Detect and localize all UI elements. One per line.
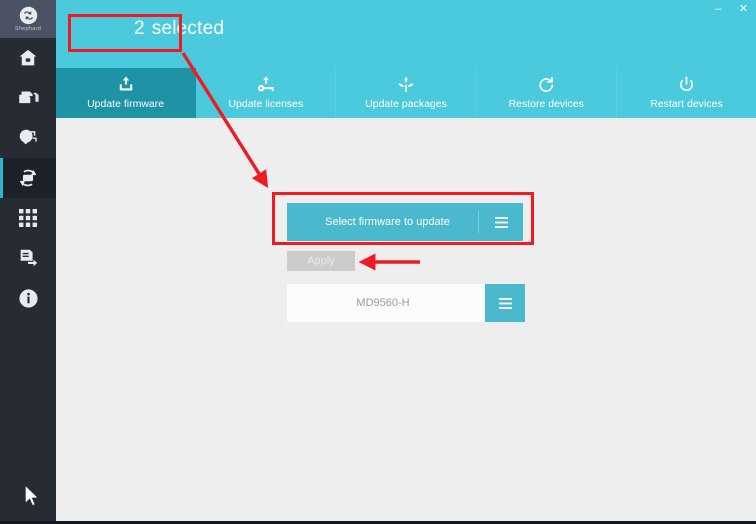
hamburger-menu-icon[interactable] — [485, 284, 525, 322]
tab-label: Update licenses — [228, 98, 304, 110]
sidebar-item-reports[interactable] — [0, 238, 56, 278]
tab-bar: Update firmware Update licenses Update p… — [56, 68, 756, 118]
firmware-select-label: Select firmware to update — [325, 215, 450, 228]
minimize-icon[interactable]: – — [712, 3, 725, 16]
tab-label: Restart devices — [650, 98, 723, 110]
power-icon — [678, 76, 695, 93]
device-row[interactable]: MD9560-H — [287, 284, 525, 322]
device-name: MD9560-H — [356, 296, 410, 309]
sidebar-item-locations[interactable] — [0, 118, 56, 158]
document-export-icon — [16, 247, 40, 269]
selected-text: selected — [151, 18, 225, 39]
firmware-select-button[interactable]: Select firmware to update — [287, 203, 523, 241]
selection-status: 2 selected — [134, 18, 224, 40]
tab-label: Update firmware — [87, 98, 165, 110]
sidebar-item-devices[interactable] — [0, 78, 56, 118]
window-controls: – ✕ — [712, 3, 750, 16]
info-circle-icon — [18, 288, 39, 309]
map-pin-tag-icon — [16, 127, 40, 149]
apply-button[interactable]: Apply — [287, 251, 355, 271]
layers-icon — [16, 87, 40, 109]
application-window: Shephard – ✕ 2 selected Update firmware … — [0, 0, 756, 524]
restore-arrow-icon — [538, 76, 555, 93]
package-leaf-icon — [397, 76, 415, 93]
sidebar-item-apps[interactable] — [0, 198, 56, 238]
close-icon[interactable]: ✕ — [737, 3, 750, 16]
upload-box-icon — [118, 76, 134, 93]
sidebar: Shephard — [0, 0, 56, 521]
hamburger-menu-icon[interactable] — [479, 216, 523, 228]
tab-label: Update packages — [365, 98, 447, 110]
sidebar-item-update[interactable] — [0, 158, 56, 198]
refresh-logo-icon — [19, 6, 38, 25]
tab-label: Restore devices — [508, 98, 584, 110]
sync-refresh-icon — [16, 167, 40, 189]
title-bar: – ✕ 2 selected — [56, 0, 756, 68]
tab-restore-devices[interactable]: Restore devices — [476, 68, 617, 118]
grid-apps-icon — [18, 208, 38, 228]
selected-count: 2 — [134, 18, 145, 39]
app-logo-label: Shephard — [14, 26, 42, 32]
home-icon — [17, 47, 39, 69]
tab-update-packages[interactable]: Update packages — [336, 68, 477, 118]
key-upload-icon — [256, 76, 276, 93]
main-content: Select firmware to update Apply MD9560-H — [56, 118, 756, 521]
sidebar-item-home[interactable] — [0, 38, 56, 78]
tab-restart-devices[interactable]: Restart devices — [616, 68, 756, 118]
tab-update-licenses[interactable]: Update licenses — [196, 68, 337, 118]
app-logo[interactable]: Shephard — [0, 0, 56, 38]
sidebar-item-info[interactable] — [0, 278, 56, 318]
tab-update-firmware[interactable]: Update firmware — [56, 68, 197, 118]
